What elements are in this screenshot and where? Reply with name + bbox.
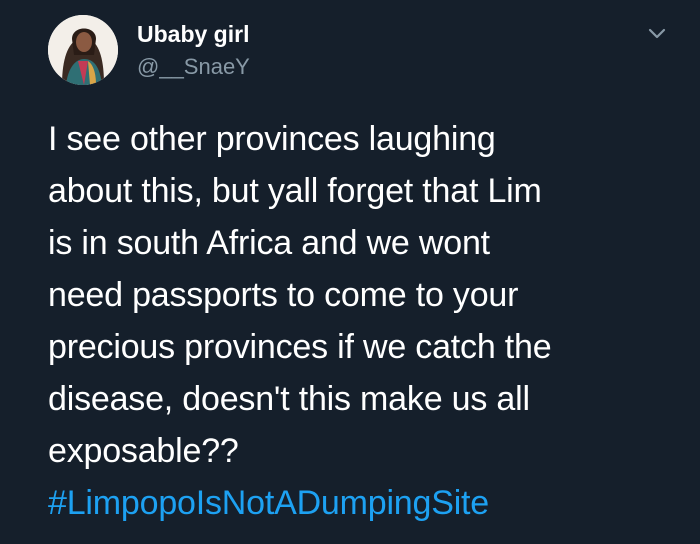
tweet-text-line: disease, doesn't this make us all <box>48 380 530 418</box>
hashtag-link[interactable]: #LimpopoIsNotADumpingSite <box>48 477 678 529</box>
tweet-text-line: precious provinces if we catch the <box>48 328 552 366</box>
tweet-text: I see other provinces laughing about thi… <box>48 113 678 529</box>
tweet-card: Ubaby girl @__SnaeY I see other province… <box>0 0 700 544</box>
chevron-down-icon[interactable] <box>644 20 670 46</box>
tweet-text-line: need passports to come to your <box>48 276 519 314</box>
tweet-text-line: is in south Africa and we wont <box>48 224 490 262</box>
avatar[interactable] <box>48 15 118 85</box>
tweet-text-line: about this, but yall forget that Lim <box>48 172 542 210</box>
tweet-text-line: I see other provinces laughing <box>48 120 496 158</box>
tweet-text-line: exposable?? <box>48 432 239 470</box>
author-display-name[interactable]: Ubaby girl <box>137 20 249 48</box>
avatar-image <box>48 15 118 85</box>
author-handle[interactable]: @__SnaeY <box>137 54 250 80</box>
